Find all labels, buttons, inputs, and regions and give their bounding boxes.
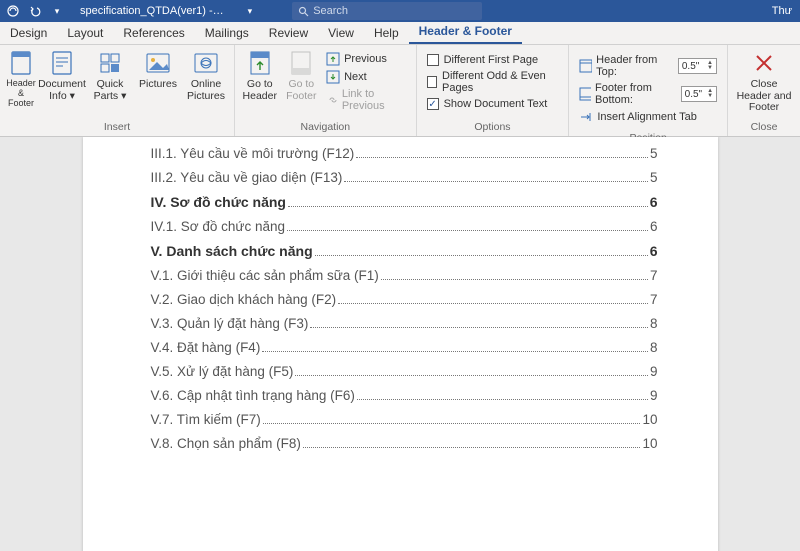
toc-entry: III.2. Yêu cầu về giao diện (F13) 5 <box>151 165 658 189</box>
footer-from-bottom-label: Footer from Bottom: <box>595 82 677 106</box>
group-options: Different First Page Different Odd & Eve… <box>417 45 570 136</box>
search-icon <box>298 6 309 17</box>
header-from-top-input[interactable]: 0.5"▲▼ <box>678 58 717 74</box>
toc-entry: V.8. Chọn sản phẩm (F8) 10 <box>151 431 658 455</box>
tab-mailings[interactable]: Mailings <box>195 22 259 44</box>
footer-bottom-icon <box>579 87 591 101</box>
previous-icon <box>326 52 340 66</box>
pictures-button[interactable]: Pictures <box>136 49 180 91</box>
goto-header-button[interactable]: Go to Header <box>241 49 279 102</box>
group-label-insert: Insert <box>0 120 234 136</box>
toc-entry: V.7. Tìm kiếm (F7) 10 <box>151 407 658 431</box>
show-document-text-checkbox[interactable]: ✓Show Document Text <box>427 97 559 111</box>
group-label-navigation: Navigation <box>235 120 416 136</box>
group-label-options: Options <box>417 120 569 136</box>
undo-icon[interactable] <box>28 4 42 18</box>
toc-entry: IV.1. Sơ đồ chức năng 6 <box>151 214 658 238</box>
online-pictures-button[interactable]: Online Pictures <box>184 49 228 102</box>
autosave-icon[interactable] <box>6 4 20 18</box>
group-close: Close Header and Footer Close <box>728 45 800 136</box>
toc-entry: III.1. Yêu cầu về môi trường (F12) 5 <box>151 141 658 165</box>
group-navigation: Go to Header Go to Footer Previous Next … <box>235 45 417 136</box>
group-position: Header from Top: 0.5"▲▼ Footer from Bott… <box>569 45 728 136</box>
footer-from-bottom-input[interactable]: 0.5"▲▼ <box>681 86 717 102</box>
link-icon <box>326 93 338 107</box>
user-name[interactable]: Thư <box>772 5 800 17</box>
ribbon: Header & Footer Document Info ▾ Quick Pa… <box>0 45 800 137</box>
toc-entry: V.4. Đặt hàng (F4) 8 <box>151 335 658 359</box>
checkbox-icon <box>427 76 437 88</box>
checkbox-icon <box>427 54 439 66</box>
tab-layout[interactable]: Layout <box>57 22 113 44</box>
insert-alignment-tab-button[interactable]: Insert Alignment Tab <box>579 109 717 125</box>
quick-parts-button[interactable]: Quick Parts ▾ <box>88 49 132 102</box>
title-bar: ▾ specification_QTDA(ver1) -… ▾ Search T… <box>0 0 800 22</box>
qat-dropdown-icon[interactable]: ▾ <box>50 4 64 18</box>
toc-entry: V.6. Cập nhật tình trạng hàng (F6) 9 <box>151 383 658 407</box>
checkbox-checked-icon: ✓ <box>427 98 439 110</box>
header-top-icon <box>579 59 592 73</box>
table-of-contents: III.1. Yêu cầu về môi trường (F12) 5III.… <box>83 137 718 455</box>
toc-entry: V.2. Giao dịch khách hàng (F2) 7 <box>151 287 658 311</box>
link-to-previous-button: Link to Previous <box>324 87 410 113</box>
toc-entry: V.5. Xử lý đặt hàng (F5) 9 <box>151 359 658 383</box>
ribbon-tabs: DesignLayoutReferencesMailingsReviewView… <box>0 22 800 45</box>
toc-entry: V.1. Giới thiệu các sản phẩm sữa (F1) 7 <box>151 263 658 287</box>
document-title: specification_QTDA(ver1) -… <box>70 5 248 17</box>
tab-references[interactable]: References <box>113 22 194 44</box>
tab-view[interactable]: View <box>318 22 364 44</box>
document-area[interactable]: III.1. Yêu cầu về môi trường (F12) 5III.… <box>0 137 800 551</box>
toc-entry: IV. Sơ đồ chức năng 6 <box>151 189 658 214</box>
goto-footer-button: Go to Footer <box>283 49 321 102</box>
tab-help[interactable]: Help <box>364 22 409 44</box>
previous-button[interactable]: Previous <box>324 51 410 67</box>
document-info-button[interactable]: Document Info ▾ <box>40 49 84 102</box>
group-insert: Header & Footer Document Info ▾ Quick Pa… <box>0 45 235 136</box>
search-box[interactable]: Search <box>292 2 482 20</box>
next-icon <box>326 70 340 84</box>
toc-entry: V. Danh sách chức năng 6 <box>151 238 658 263</box>
different-first-page-checkbox[interactable]: Different First Page <box>427 53 559 67</box>
tab-design[interactable]: Design <box>0 22 57 44</box>
toc-entry: V.3. Quản lý đặt hàng (F3) 8 <box>151 311 658 335</box>
page: III.1. Yêu cầu về môi trường (F12) 5III.… <box>83 137 718 551</box>
header-from-top-label: Header from Top: <box>596 54 674 78</box>
group-label-close: Close <box>728 120 800 136</box>
header-footer-button[interactable]: Header & Footer <box>6 49 36 109</box>
tab-header-footer[interactable]: Header & Footer <box>409 20 522 44</box>
close-header-footer-button[interactable]: Close Header and Footer <box>734 49 794 114</box>
tab-review[interactable]: Review <box>259 22 318 44</box>
different-odd-even-checkbox[interactable]: Different Odd & Even Pages <box>427 69 559 95</box>
alignment-tab-icon <box>579 110 593 124</box>
search-placeholder: Search <box>313 5 348 17</box>
next-button[interactable]: Next <box>324 69 410 85</box>
title-dropdown-icon[interactable]: ▾ <box>248 6 293 17</box>
